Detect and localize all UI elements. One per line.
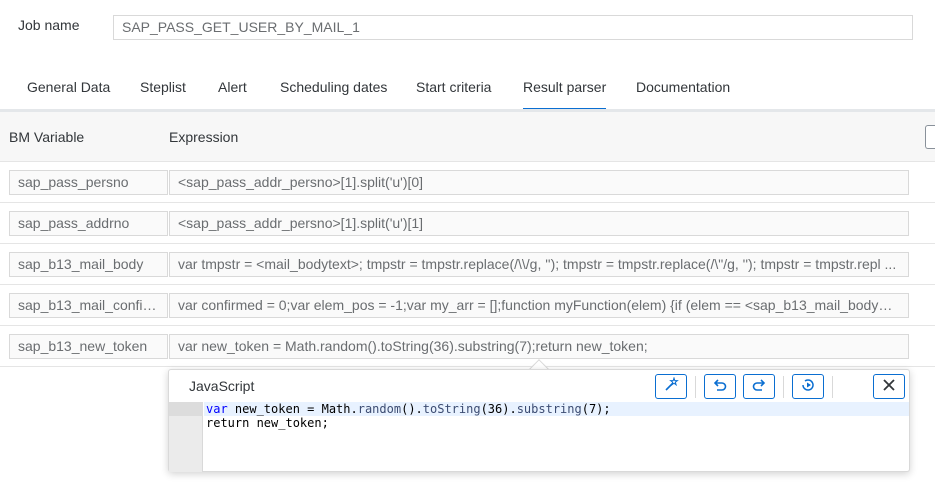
code-text: (). bbox=[401, 402, 423, 416]
table-row: sap_pass_addrno <sap_pass_addr_persno>[1… bbox=[0, 203, 935, 244]
expression-cell[interactable]: var confirmed = 0;var elem_pos = -1;var … bbox=[169, 293, 909, 318]
job-name-row: Job name SAP_PASS_GET_USER_BY_MAIL_1 bbox=[0, 0, 935, 55]
javascript-editor-popover: JavaScript var new_token = Math.random()… bbox=[168, 369, 910, 472]
table-row: sap_b13_mail_body var tmpstr = <mail_bod… bbox=[0, 244, 935, 285]
tab-start-criteria[interactable]: Start criteria bbox=[416, 66, 491, 110]
toolbar-separator bbox=[832, 376, 833, 398]
code-text: new_token = Math. bbox=[227, 402, 358, 416]
code-function: substring bbox=[516, 402, 582, 416]
redo-icon bbox=[751, 377, 767, 396]
expression-cell[interactable]: <sap_pass_addr_persno>[1].split('u')[1] bbox=[169, 211, 909, 236]
editor-title: JavaScript bbox=[189, 378, 255, 394]
job-name-label: Job name bbox=[18, 17, 80, 33]
undo-button[interactable] bbox=[704, 374, 736, 399]
expression-cell[interactable]: var tmpstr = <mail_bodytext>; tmpstr = t… bbox=[169, 252, 909, 277]
expression-cell[interactable]: <sap_pass_addr_persno>[1].split('u')[0] bbox=[169, 170, 909, 195]
code-content[interactable]: var new_token = Math.random().toString(3… bbox=[206, 402, 611, 430]
code-function: toString bbox=[422, 402, 481, 416]
gutter-active-line bbox=[169, 402, 203, 416]
tab-steplist[interactable]: Steplist bbox=[140, 66, 186, 110]
bm-variable-cell[interactable]: sap_pass_persno bbox=[9, 170, 168, 195]
run-icon bbox=[800, 377, 816, 396]
toolbar-separator bbox=[695, 376, 696, 398]
run-button[interactable] bbox=[792, 374, 824, 399]
job-name-field[interactable]: SAP_PASS_GET_USER_BY_MAIL_1 bbox=[113, 15, 913, 40]
table-row: sap_pass_persno <sap_pass_addr_persno>[1… bbox=[0, 162, 935, 203]
code-keyword: var bbox=[206, 402, 228, 416]
close-button[interactable] bbox=[873, 374, 905, 399]
code-line-2: return new_token; bbox=[206, 416, 329, 430]
tab-alert[interactable]: Alert bbox=[218, 66, 247, 110]
tab-documentation[interactable]: Documentation bbox=[636, 66, 730, 110]
beautify-button[interactable] bbox=[655, 374, 687, 399]
magic-wand-icon bbox=[663, 376, 679, 396]
tab-result-parser[interactable]: Result parser bbox=[523, 66, 607, 110]
column-header-expression: Expression bbox=[169, 129, 239, 145]
table-row: sap_b13_new_token var new_token = Math.r… bbox=[0, 326, 935, 367]
code-text: (7); bbox=[581, 402, 611, 416]
table-header: BM Variable Expression bbox=[0, 112, 935, 162]
tab-scheduling-dates[interactable]: Scheduling dates bbox=[280, 66, 387, 110]
toolbar-separator bbox=[783, 376, 784, 398]
table-row: sap_b13_mail_confir ... var confirmed = … bbox=[0, 285, 935, 326]
tab-bar: General Data Steplist Alert Scheduling d… bbox=[0, 66, 935, 110]
close-icon bbox=[881, 377, 897, 396]
bm-variable-cell[interactable]: sap_b13_mail_body bbox=[9, 252, 168, 277]
undo-icon bbox=[712, 377, 728, 396]
redo-button[interactable] bbox=[743, 374, 775, 399]
bm-variable-cell[interactable]: sap_b13_new_token bbox=[9, 334, 168, 359]
expression-cell[interactable]: var new_token = Math.random().toString(3… bbox=[169, 334, 909, 359]
code-function: random bbox=[357, 402, 402, 416]
code-editor[interactable]: var new_token = Math.random().toString(3… bbox=[169, 402, 909, 472]
tab-general-data[interactable]: General Data bbox=[27, 66, 110, 110]
bm-variable-cell[interactable]: sap_b13_mail_confir ... bbox=[9, 293, 168, 318]
header-action-button[interactable] bbox=[925, 125, 935, 149]
code-text: (36). bbox=[480, 402, 517, 416]
column-header-bm-variable: BM Variable bbox=[9, 129, 85, 145]
bm-variable-cell[interactable]: sap_pass_addrno bbox=[9, 211, 168, 236]
